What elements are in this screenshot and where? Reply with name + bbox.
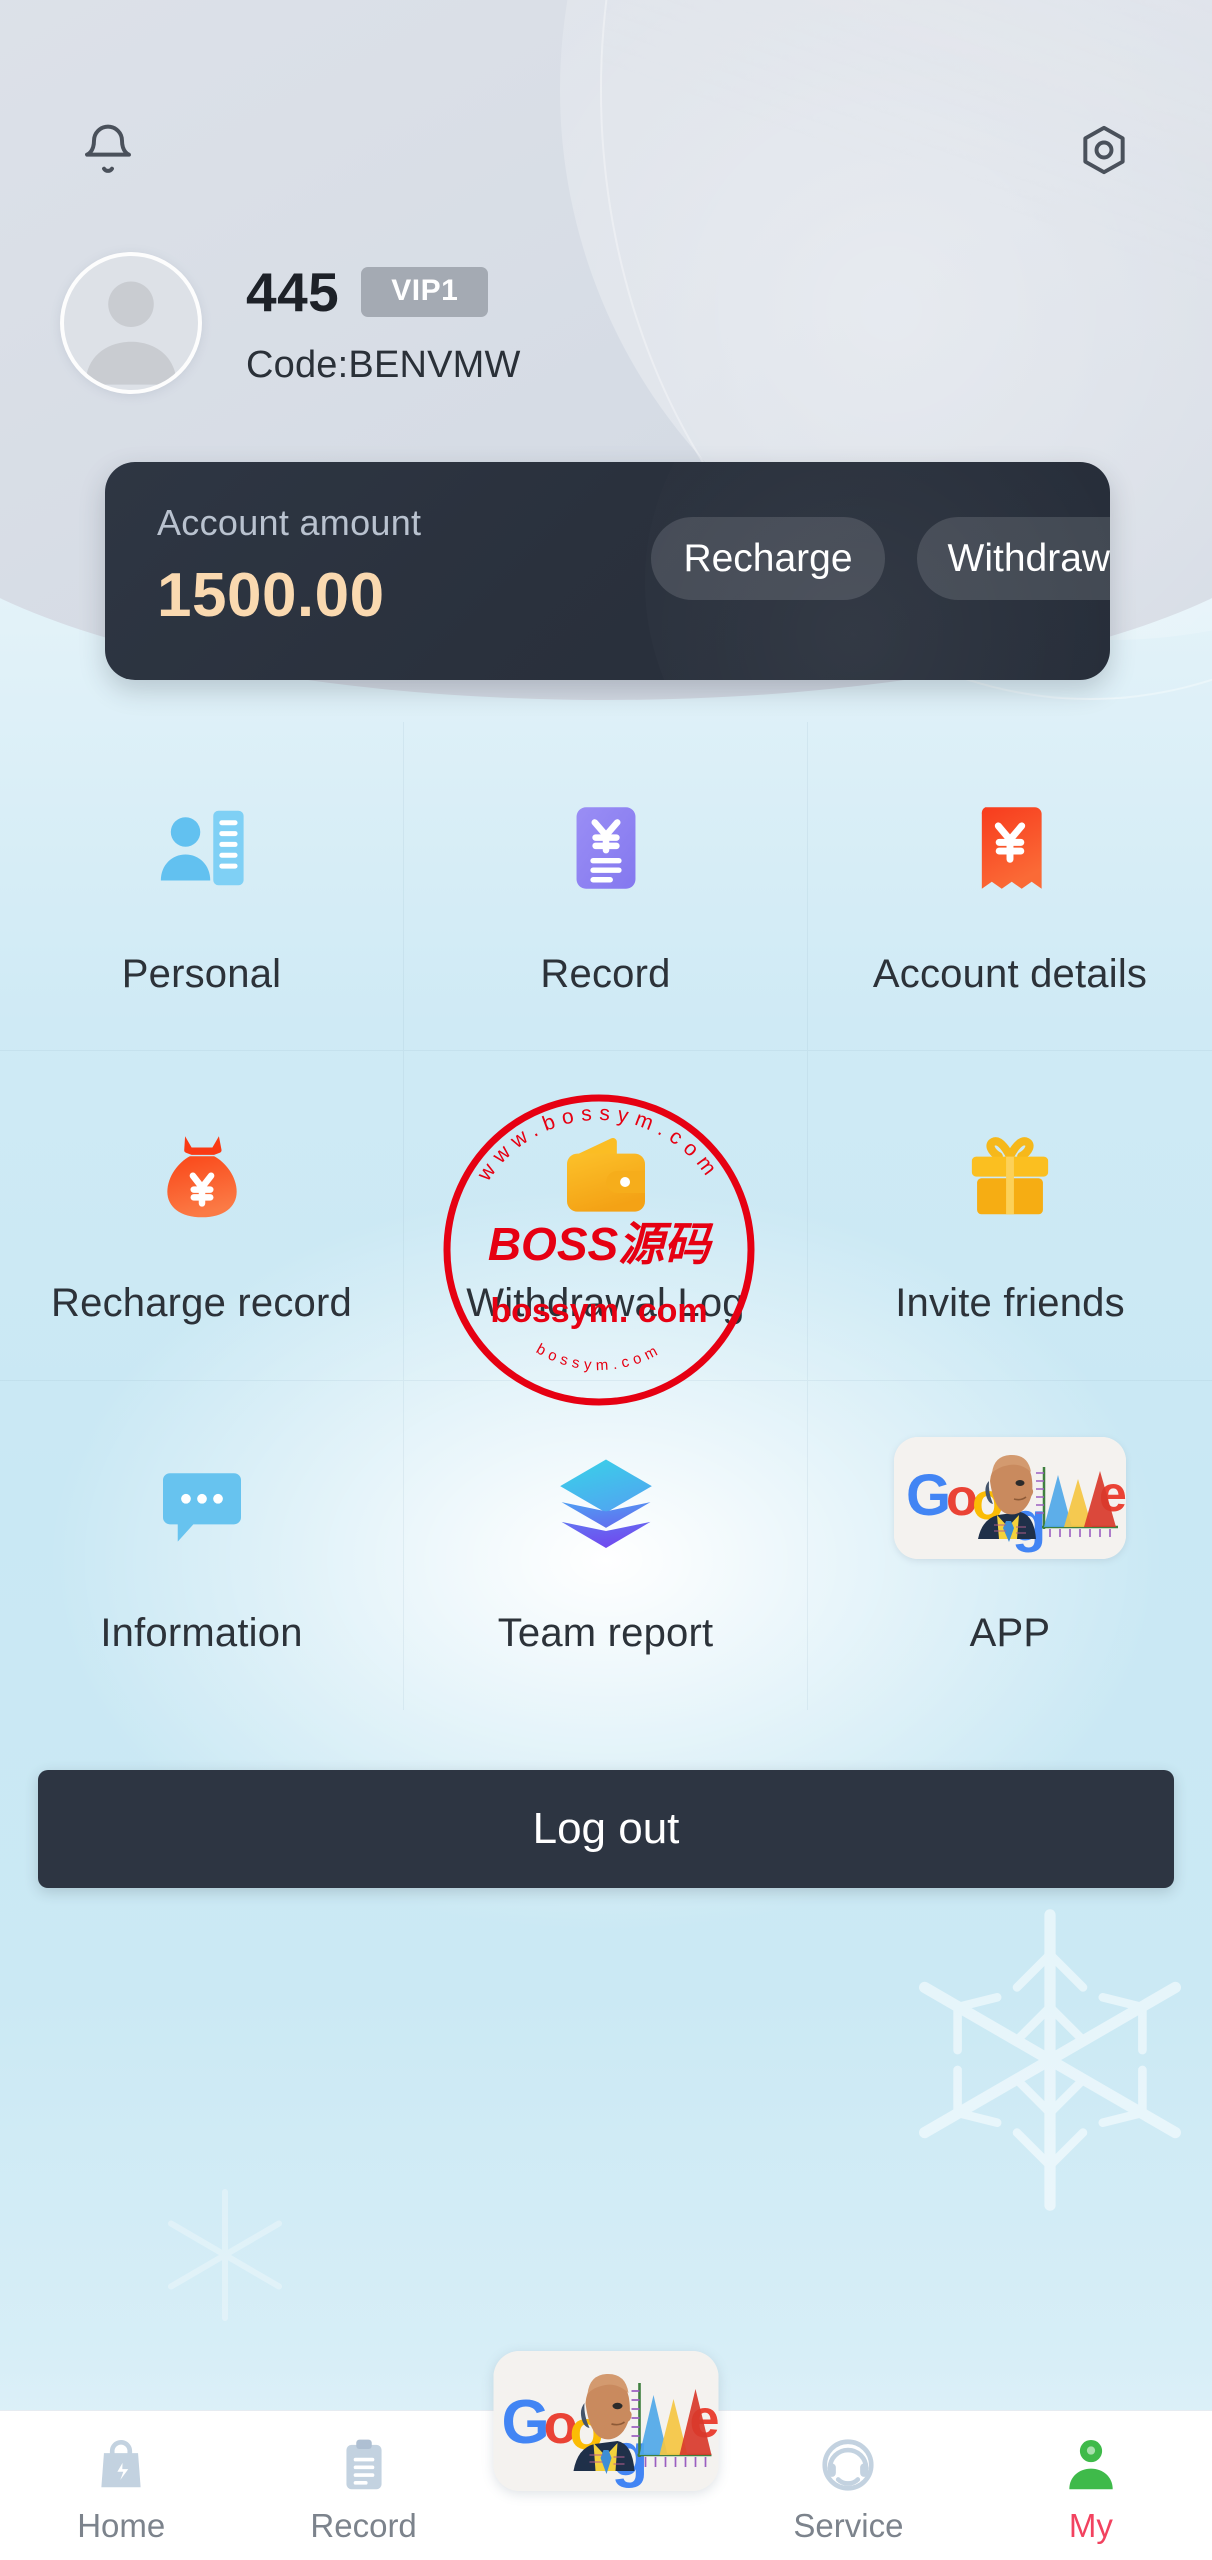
notification-bell-button[interactable] [62, 104, 154, 196]
menu-item-information[interactable]: Information [0, 1380, 404, 1710]
menu-item-withdrawal-log[interactable]: Withdrawal Log [404, 1051, 808, 1381]
account-amount-label: Account amount [157, 502, 422, 543]
menu-label: Information [100, 1610, 303, 1655]
yen-book-icon [958, 776, 1062, 900]
avatar[interactable] [60, 252, 202, 394]
google-doodle-icon[interactable]: G o o g e [493, 2351, 719, 2491]
money-bag-icon [150, 1105, 254, 1229]
person-icon [1060, 2429, 1122, 2501]
nav-label: Home [77, 2507, 166, 2544]
username: 445 [246, 260, 340, 323]
menu-item-record[interactable]: Record [404, 722, 808, 1052]
recharge-button[interactable]: Recharge [651, 517, 885, 600]
menu-label: Personal [121, 951, 282, 996]
wallet-icon [554, 1105, 658, 1229]
menu-label: Account details [872, 951, 1148, 996]
snowflake-decoration-icon [918, 1909, 1182, 2211]
bell-icon [85, 124, 131, 173]
menu-label: Record [540, 951, 671, 996]
nav-item-service[interactable]: Service [727, 2411, 969, 2560]
logout-button[interactable]: Log out [38, 1770, 1174, 1888]
page-root: 445 VIP1 Code:BENVMW Account amount 1500… [0, 0, 1212, 2560]
google-doodle-icon: G o o g e [894, 1435, 1126, 1559]
menu-item-invite-friends[interactable]: Invite friends [808, 1051, 1212, 1381]
menu-label: Team report [497, 1610, 714, 1655]
svg-text:G: G [906, 1463, 951, 1528]
nav-item-record[interactable]: Record [242, 2411, 484, 2560]
avatar-placeholder-icon [85, 281, 177, 385]
chat-bubble-icon [150, 1435, 254, 1559]
snowflake-decoration-small-icon [168, 2189, 282, 2321]
username-row: 445 VIP1 [246, 260, 521, 324]
shopping-bag-icon [90, 2429, 152, 2501]
gear-icon [1083, 125, 1125, 175]
nav-item-home[interactable]: Home [0, 2411, 242, 2560]
headset-icon [817, 2429, 879, 2501]
menu-item-team-report[interactable]: Team report [404, 1380, 808, 1710]
menu-item-recharge-record[interactable]: Recharge record [0, 1051, 404, 1381]
menu-label: Invite friends [895, 1280, 1125, 1325]
profile-text-block: 445 VIP1 Code:BENVMW [246, 260, 521, 387]
menu-label: Withdrawal Log [466, 1280, 745, 1325]
vip-badge: VIP1 [361, 266, 489, 317]
menu-item-account-details[interactable]: Account details [808, 722, 1212, 1052]
personal-card-icon [150, 776, 254, 900]
nav-label: Record [310, 2507, 417, 2544]
gift-icon [958, 1105, 1062, 1229]
nav-item-center[interactable]: G o o g e [485, 2351, 727, 2560]
menu-grid: Personal Record Account details Recharge… [0, 722, 1212, 1710]
user-code: Code:BENVMW [246, 343, 521, 386]
nav-label: Service [793, 2507, 904, 2544]
menu-label: Recharge record [51, 1280, 352, 1325]
withdrawal-button[interactable]: Withdrawal [917, 517, 1110, 600]
yen-document-icon [554, 776, 658, 900]
svg-text:G: G [502, 2388, 550, 2457]
nav-item-my[interactable]: My [970, 2411, 1212, 2560]
header-toolbar [0, 104, 1212, 194]
clipboard-icon [333, 2429, 395, 2501]
account-amount-value: 1500.00 [157, 561, 385, 630]
layers-icon [551, 1435, 661, 1559]
account-balance-card: Account amount 1500.00 Recharge Withdraw… [105, 462, 1110, 680]
nav-label: My [1068, 2507, 1113, 2544]
profile-summary[interactable]: 445 VIP1 Code:BENVMW [60, 252, 521, 394]
menu-item-personal[interactable]: Personal [0, 722, 404, 1052]
bottom-navigation: Home Record G o o e Service My [0, 2351, 1212, 2560]
menu-item-app[interactable]: G o o g e [808, 1381, 1212, 1710]
settings-button[interactable] [1058, 104, 1150, 196]
menu-label: APP [969, 1610, 1051, 1655]
